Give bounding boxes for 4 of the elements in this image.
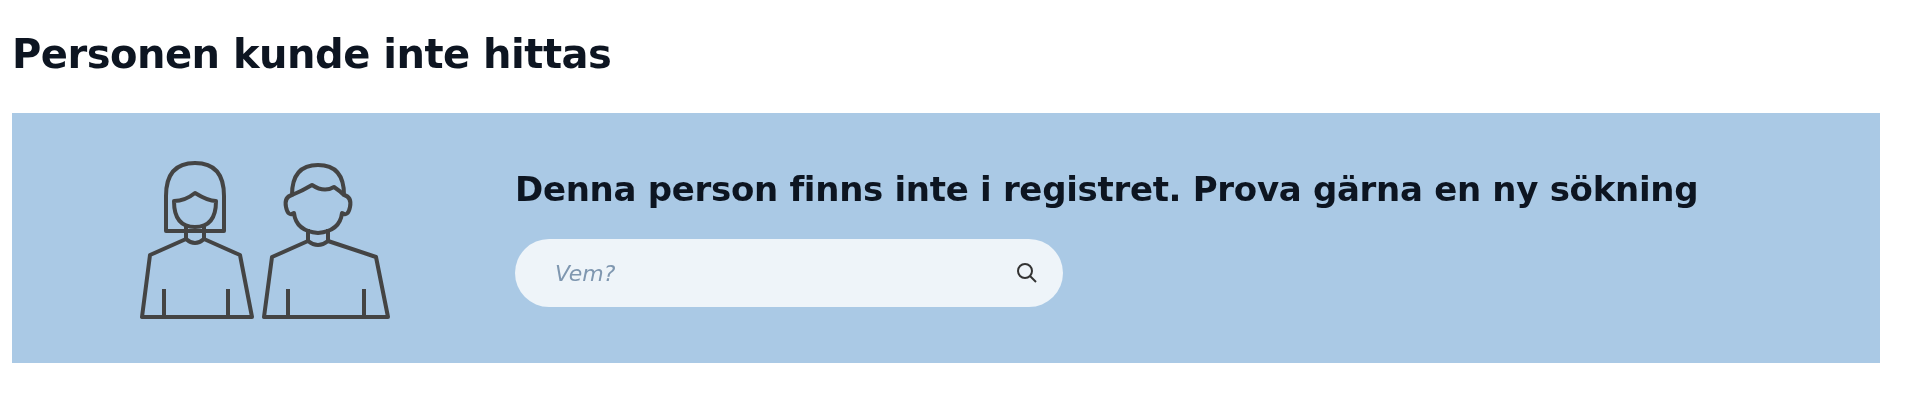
search-icon[interactable]: [1015, 261, 1039, 285]
not-found-message: Denna person finns inte i registret. Prova gärna en ny sökning: [515, 169, 1699, 209]
search-field[interactable]: Vem?: [515, 239, 1063, 307]
page-heading: Personen kunde inte hittas: [12, 30, 613, 78]
